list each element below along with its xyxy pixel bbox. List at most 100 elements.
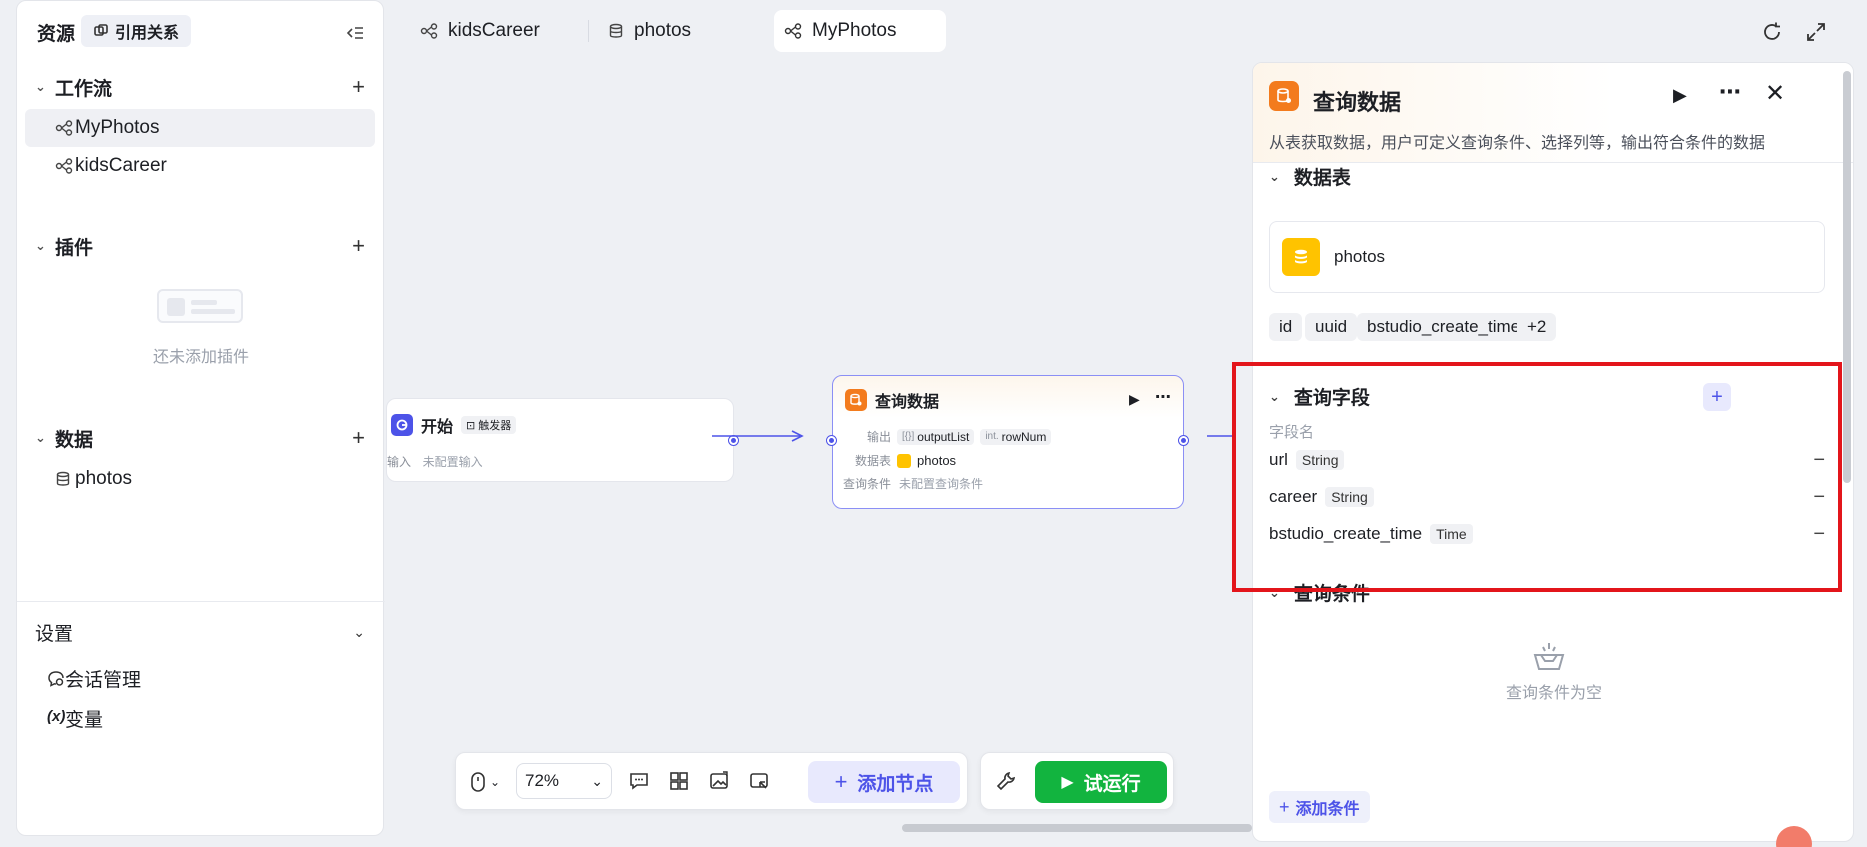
output-name: rowNum bbox=[1001, 429, 1047, 444]
sidebar-item-conversation-management[interactable]: 会话管理 bbox=[25, 659, 375, 697]
chevron-down-icon[interactable]: ⌄ bbox=[353, 624, 365, 641]
refresh-icon[interactable] bbox=[1760, 20, 1784, 44]
workflow-icon bbox=[784, 23, 802, 39]
add-node-label: 添加节点 bbox=[857, 773, 934, 795]
tab-label: MyPhotos bbox=[812, 20, 897, 41]
empty-plugin-illustration bbox=[157, 289, 243, 323]
panel-title: 查询数据 bbox=[1313, 90, 1402, 115]
plugins-section-header[interactable]: ⌄ 插件 + bbox=[35, 231, 365, 261]
input-label: 输入 bbox=[387, 455, 412, 469]
plugins-empty-text: 还未添加插件 bbox=[152, 349, 249, 366]
test-run-label: 试运行 bbox=[1083, 773, 1141, 795]
start-node[interactable]: 开始 ⊡ 触发器 输入 未配置输入 bbox=[386, 398, 738, 482]
database-icon bbox=[56, 471, 70, 486]
selected-table-card[interactable]: photos bbox=[1269, 221, 1825, 293]
zoom-select[interactable]: 72% ⌄ bbox=[516, 763, 612, 799]
run-node-icon[interactable]: ▶ bbox=[1673, 85, 1687, 106]
expand-icon[interactable] bbox=[1804, 20, 1828, 44]
conditions-empty-text: 查询条件为空 bbox=[1505, 685, 1602, 702]
collapse-sidebar-icon[interactable] bbox=[343, 21, 367, 45]
table-name: photos bbox=[1334, 247, 1386, 266]
tab-label: kidsCareer bbox=[448, 20, 540, 41]
input-value: 未配置输入 bbox=[422, 455, 483, 469]
database-icon bbox=[609, 23, 623, 38]
add-node-button[interactable]: + 添加节点 bbox=[808, 761, 960, 803]
start-node-title: 开始 bbox=[421, 419, 454, 436]
sidebar-title: 资源 bbox=[37, 24, 76, 45]
output-chip: int. rowNum bbox=[980, 428, 1052, 445]
table-database-icon bbox=[1282, 238, 1320, 276]
data-section-header[interactable]: ⌄ 数据 + bbox=[35, 423, 365, 453]
add-workflow-icon[interactable]: + bbox=[352, 74, 365, 100]
database-query-icon bbox=[1269, 81, 1299, 111]
condition-value: 未配置查询条件 bbox=[899, 477, 984, 491]
mouse-mode-button[interactable]: ⌄ bbox=[470, 771, 500, 793]
output-type: [{}] bbox=[902, 431, 915, 442]
canvas-horizontal-scrollbar[interactable] bbox=[902, 824, 1252, 832]
image-export-icon[interactable] bbox=[708, 770, 730, 792]
add-data-icon[interactable]: + bbox=[352, 425, 365, 451]
add-condition-label: 添加条件 bbox=[1295, 801, 1360, 818]
tab-myphotos[interactable]: MyPhotos bbox=[774, 10, 946, 52]
sidebar-item-kidscareer[interactable]: kidsCareer bbox=[25, 147, 375, 185]
sidebar-item-variables[interactable]: (x) 变量 bbox=[25, 699, 375, 737]
query-node-conditions: 查询条件 未配置查询条件 bbox=[843, 475, 983, 492]
query-output-port[interactable] bbox=[1179, 436, 1188, 445]
node-more-icon[interactable]: ⋯ bbox=[1155, 387, 1171, 407]
settings-section-header[interactable]: 设置 ⌄ bbox=[35, 617, 365, 647]
add-condition-button[interactable]: + 添加条件 bbox=[1269, 791, 1370, 823]
tab-photos[interactable]: photos bbox=[598, 10, 701, 52]
wrench-icon[interactable] bbox=[995, 770, 1017, 792]
query-input-port[interactable] bbox=[827, 436, 836, 445]
mouse-icon bbox=[471, 772, 485, 792]
node-run-icon[interactable]: ▶ bbox=[1129, 391, 1140, 408]
workflow-icon bbox=[420, 23, 438, 39]
chevron-down-icon: ⌄ bbox=[490, 775, 501, 789]
trigger-badge-icon: ⊡ bbox=[466, 419, 476, 432]
workflow-icon bbox=[55, 120, 73, 136]
tab-label: photos bbox=[634, 20, 692, 41]
column-tag-more[interactable]: +2 bbox=[1517, 313, 1557, 341]
workflow-icon bbox=[55, 158, 73, 174]
test-run-button[interactable]: ▶ 试运行 bbox=[1035, 761, 1167, 803]
data-section-label: 数据 bbox=[55, 429, 94, 451]
layout-icon[interactable] bbox=[668, 770, 690, 792]
query-node-title: 查询数据 bbox=[875, 394, 940, 411]
reference-button[interactable]: 引用关系 bbox=[81, 15, 192, 47]
link-icon bbox=[94, 24, 108, 36]
panel-header: 查询数据 ▶ ⋯ ✕ 从表获取数据，用户可定义查询条件、选择列等，输出符合条件的… bbox=[1253, 63, 1853, 163]
zoom-value: 72% bbox=[525, 771, 560, 790]
table-label: 数据表 bbox=[855, 454, 892, 468]
sidebar-item-label: photos bbox=[75, 468, 133, 489]
output-chip: [{}] outputList bbox=[897, 428, 975, 445]
close-icon[interactable]: ✕ bbox=[1765, 79, 1785, 108]
column-tag: uuid bbox=[1305, 313, 1358, 341]
sidebar-item-label: 变量 bbox=[65, 709, 104, 731]
plus-icon: + bbox=[1279, 796, 1290, 817]
minimap-icon[interactable] bbox=[748, 770, 770, 792]
column-tag: id bbox=[1269, 313, 1303, 341]
more-options-icon[interactable]: ⋯ bbox=[1719, 79, 1741, 105]
output-name: outputList bbox=[917, 429, 970, 444]
panel-scrollbar[interactable] bbox=[1843, 71, 1851, 483]
table-icon bbox=[897, 453, 912, 468]
sidebar-item-photos[interactable]: photos bbox=[25, 460, 375, 498]
workflow-section-label: 工作流 bbox=[55, 78, 113, 100]
start-node-input: 输入 未配置输入 bbox=[387, 453, 483, 470]
reference-button-label: 引用关系 bbox=[115, 25, 180, 42]
tab-separator bbox=[588, 20, 589, 42]
resource-sidebar: 资源 引用关系 ⌄ 工作流 + MyPhotos kidsCareer ⌄ 插件… bbox=[16, 0, 385, 836]
table-section-header[interactable]: ⌄ 数据表 bbox=[1269, 163, 1351, 190]
chevron-down-icon: ⌄ bbox=[35, 430, 46, 445]
query-data-node[interactable]: 查询数据 ▶ ⋯ 输出 [{}] outputList int. rowNum 数据… bbox=[827, 375, 1188, 509]
comment-icon[interactable] bbox=[628, 770, 650, 792]
sidebar-item-label: kidsCareer bbox=[75, 155, 167, 176]
tab-kidscareer[interactable]: kidsCareer bbox=[410, 10, 550, 52]
chevron-down-icon: ⌄ bbox=[591, 772, 603, 789]
output-type: int. bbox=[985, 431, 999, 442]
table-value: photos bbox=[917, 453, 957, 468]
add-plugin-icon[interactable]: + bbox=[352, 233, 365, 259]
sidebar-item-myphotos[interactable]: MyPhotos bbox=[25, 109, 375, 147]
workflow-section-header[interactable]: ⌄ 工作流 + bbox=[35, 72, 365, 102]
chevron-down-icon: ⌄ bbox=[1269, 168, 1280, 184]
